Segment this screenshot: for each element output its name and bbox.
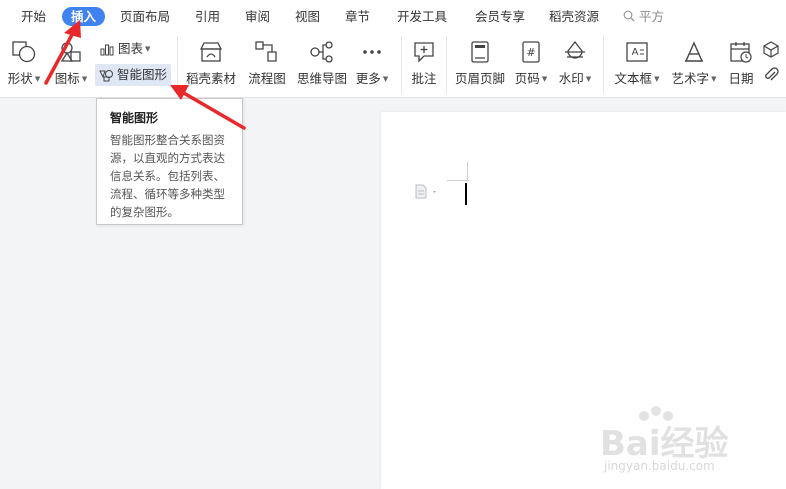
arrow-to-smart-art [170, 85, 246, 130]
watermark-url: jingyan.baidu.com [604, 459, 715, 473]
watermark-text: Bai经验 [600, 424, 729, 464]
arrow-to-insert-tab [44, 20, 81, 85]
